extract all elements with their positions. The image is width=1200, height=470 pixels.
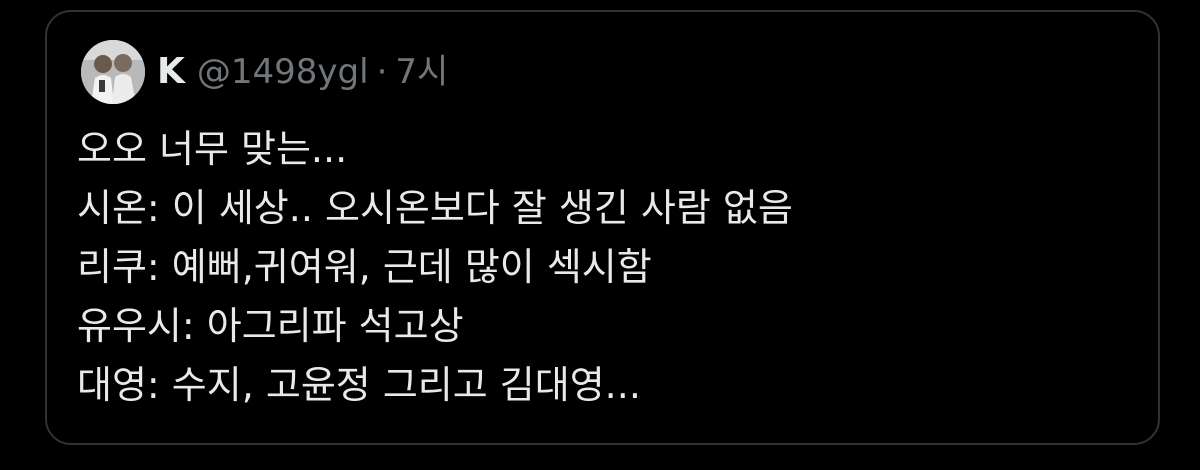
screen: K @1498ygl · 7시 오오 너무 맞는... 시온: 이 세상.. 오… xyxy=(0,0,1200,470)
meta-separator: · xyxy=(376,52,388,92)
author-display-name[interactable]: K xyxy=(157,54,185,90)
tweet-meta: @1498ygl · 7시 xyxy=(197,55,448,89)
tweet-text-line: 리쿠: 예뻐,귀여워, 근데 많이 섹시함 xyxy=(77,245,652,289)
tweet-text: 오오 너무 맞는... 시온: 이 세상.. 오시온보다 잘 생긴 사람 없음 … xyxy=(77,120,1138,415)
tweet-text-line: 대영: 수지, 고윤정 그리고 김대영... xyxy=(77,363,641,407)
author-handle[interactable]: @1498ygl xyxy=(197,55,369,89)
tweet-timestamp[interactable]: 7시 xyxy=(395,55,448,89)
quoted-tweet-card[interactable]: K @1498ygl · 7시 오오 너무 맞는... 시온: 이 세상.. 오… xyxy=(45,10,1160,445)
tweet-header: K @1498ygl · 7시 xyxy=(81,40,448,104)
avatar[interactable] xyxy=(81,40,145,104)
tweet-text-line: 시온: 이 세상.. 오시온보다 잘 생긴 사람 없음 xyxy=(77,186,793,230)
tweet-text-line: 유우시: 아그리파 석고상 xyxy=(77,304,464,348)
tweet-text-line: 오오 너무 맞는... xyxy=(77,127,348,171)
